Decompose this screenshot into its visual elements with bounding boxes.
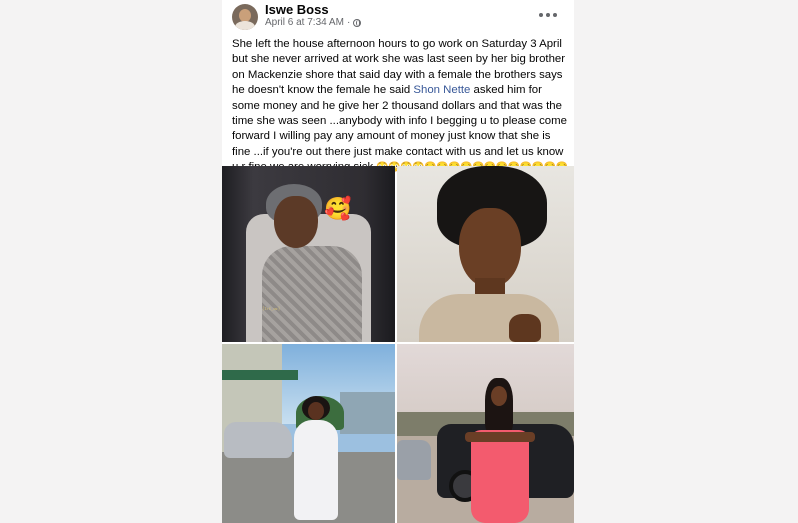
white-dress (294, 420, 338, 520)
post-photo-1[interactable]: 🥰 [ɪᴛs_ᴍᴇ] (222, 166, 395, 342)
more-dot (539, 13, 543, 17)
author-name[interactable]: Iswe Boss (265, 2, 329, 17)
post-photo-2[interactable] (397, 166, 574, 342)
more-dot (553, 13, 557, 17)
post-text-part-2: asked him for some money and he give her… (232, 84, 567, 173)
author-avatar[interactable] (232, 4, 258, 30)
facebook-post: Iswe Boss April 6 at 7:34 AM · She left … (222, 0, 574, 523)
pink-dress (471, 430, 529, 523)
post-header: Iswe Boss April 6 at 7:34 AM · (222, 0, 574, 32)
arms (465, 432, 535, 442)
person-face (308, 402, 324, 420)
face (459, 208, 521, 288)
building-roof (222, 370, 298, 380)
post-text: She left the house afternoon hours to go… (232, 37, 568, 176)
post-meta: April 6 at 7:34 AM · (265, 17, 362, 28)
post-photo-3[interactable] (222, 344, 395, 523)
car (224, 422, 292, 458)
face (274, 196, 318, 248)
building-right (340, 392, 395, 434)
hand (509, 314, 541, 342)
post-timestamp[interactable]: April 6 at 7:34 AM (265, 17, 344, 28)
more-options-icon[interactable] (533, 6, 563, 24)
person-face (491, 386, 507, 406)
photo-caption-tag: [ɪᴛs_ᴍᴇ] (262, 306, 281, 311)
meta-separator: · (346, 17, 351, 28)
post-photo-4[interactable] (397, 344, 574, 523)
silver-car (397, 440, 431, 480)
sticker-emoji: 🥰 (324, 196, 352, 221)
blanket (262, 246, 362, 342)
more-dot (546, 13, 550, 17)
mention-link[interactable]: Shon Nette (413, 84, 470, 96)
avatar-shoulders (235, 21, 255, 30)
globe-icon[interactable] (353, 18, 362, 27)
